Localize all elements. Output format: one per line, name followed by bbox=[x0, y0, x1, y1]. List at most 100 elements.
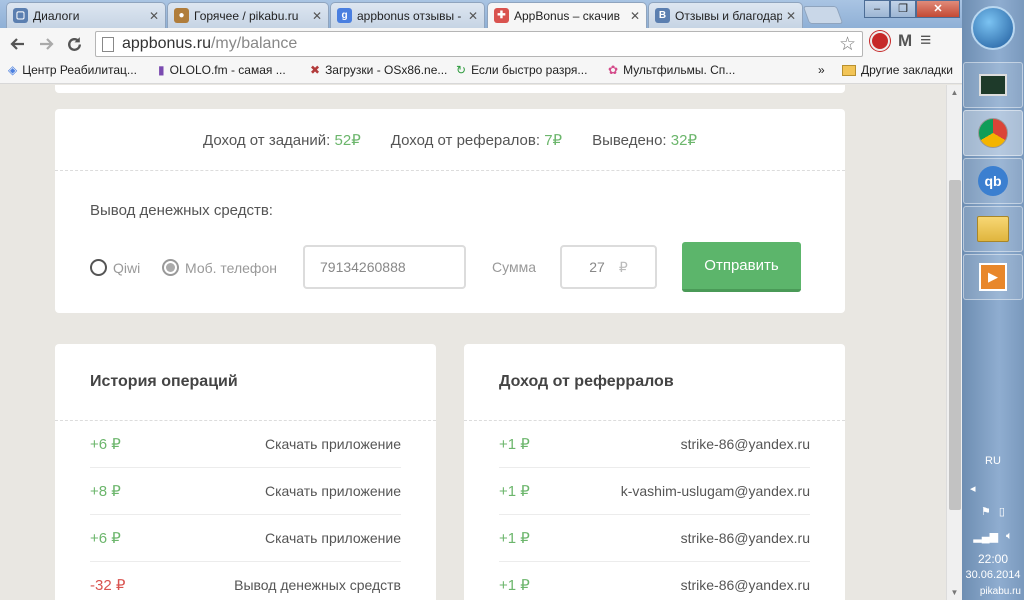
withdraw-title: Вывод денежных средств: bbox=[90, 202, 273, 219]
reload-button[interactable] bbox=[60, 30, 88, 58]
tab-pikabu[interactable]: ● Горячее / pikabu.ru ✕ bbox=[167, 2, 329, 28]
forward-button[interactable] bbox=[32, 30, 60, 58]
play-icon: ▶ bbox=[979, 263, 1007, 291]
tab-google[interactable]: g appbonus отзывы - ✕ bbox=[330, 2, 485, 28]
scrollbar-thumb[interactable] bbox=[949, 180, 961, 510]
referral-income-card: Доход от реферралов +1 ₽ strike-86@yandex… bbox=[464, 344, 845, 600]
close-tab-icon[interactable]: ✕ bbox=[786, 9, 796, 23]
referral-email: strike-86@yandex.ru bbox=[680, 530, 810, 546]
radio-circle[interactable] bbox=[90, 259, 107, 276]
close-tab-icon[interactable]: ✕ bbox=[630, 9, 640, 23]
bookmark-item[interactable]: ✿ Мультфильмы. Сп... bbox=[608, 63, 735, 77]
osx86-icon: ✖ bbox=[310, 63, 321, 77]
pikabu-watermark: pikabu.ru bbox=[979, 586, 1021, 597]
reload-icon bbox=[67, 36, 81, 51]
bookmark-item[interactable]: ◈ Центр Реабилитац... bbox=[8, 63, 137, 77]
top-card-remnant bbox=[55, 85, 845, 93]
back-arrow-icon bbox=[10, 38, 24, 50]
tab-title: appbonus отзывы - bbox=[357, 8, 462, 23]
page-content: Доход от заданий: 52₽ Доход от рефералов… bbox=[0, 85, 946, 600]
network-signal-icon[interactable]: ▂▄▆ bbox=[973, 530, 998, 543]
close-tab-icon[interactable]: ✕ bbox=[468, 9, 478, 23]
tab-strip: ▢ Диалоги ✕ ● Горячее / pikabu.ru ✕ g ap… bbox=[0, 0, 962, 28]
bookmark-label: Мультфильмы. Сп... bbox=[623, 63, 736, 77]
forward-arrow-icon bbox=[40, 38, 54, 50]
start-button[interactable] bbox=[971, 6, 1015, 50]
referral-amount: +1 ₽ bbox=[499, 577, 530, 594]
bookmark-label: Центр Реабилитац... bbox=[22, 63, 137, 77]
new-tab-button[interactable] bbox=[802, 6, 844, 24]
referrals-income-label: Доход от рефералов: bbox=[390, 131, 541, 149]
menu-icon[interactable]: ≡ bbox=[920, 30, 931, 52]
referral-row: +1 ₽ strike-86@yandex.ru bbox=[499, 562, 810, 600]
bookmarks-bar: ◈ Центр Реабилитац... ▮ OLOLO.fm - самая… bbox=[0, 60, 962, 84]
gmail-icon[interactable]: M bbox=[898, 31, 912, 51]
battery-icon[interactable]: ▯ bbox=[999, 505, 1005, 518]
tab-title: Горячее / pikabu.ru bbox=[194, 8, 299, 23]
sum-input[interactable]: 27 ₽ bbox=[560, 245, 657, 289]
bookmark-label: Загрузки - OSx86.ne... bbox=[325, 63, 448, 77]
taskbar-task-manager[interactable] bbox=[963, 62, 1023, 108]
referrals-title: Доход от реферралов bbox=[464, 344, 845, 421]
back-button[interactable] bbox=[4, 30, 32, 58]
bookmark-label: Если быстро разря... bbox=[471, 63, 588, 77]
taskbar-media-player[interactable]: ▶ bbox=[963, 254, 1023, 300]
page-icon bbox=[102, 36, 114, 52]
maximize-button[interactable]: ❐ bbox=[890, 0, 916, 18]
radio-circle-selected[interactable] bbox=[162, 259, 179, 276]
language-indicator[interactable]: RU bbox=[962, 455, 1024, 467]
volume-icon[interactable]: 🔈︎ bbox=[1006, 530, 1013, 543]
history-row: +6 ₽ Скачать приложение bbox=[90, 421, 401, 468]
close-window-button[interactable]: ✕ bbox=[916, 0, 960, 18]
sum-label: Сумма bbox=[492, 259, 536, 275]
minimize-button[interactable]: ‒ bbox=[864, 0, 890, 18]
taskbar-qbittorrent[interactable]: qb bbox=[963, 158, 1023, 204]
phone-number-input[interactable] bbox=[303, 245, 466, 289]
tab-title: AppBonus – скачив bbox=[514, 8, 620, 23]
referral-email: k-vashim-uslugam@yandex.ru bbox=[620, 483, 810, 499]
browser-toolbar: appbonus.ru/my/balance ☆ M ≡ bbox=[0, 28, 962, 60]
clock-date[interactable]: 30.06.2014 bbox=[962, 569, 1024, 581]
bookmark-item[interactable]: ✖ Загрузки - OSx86.ne... bbox=[310, 63, 447, 77]
close-tab-icon[interactable]: ✕ bbox=[312, 9, 322, 23]
radio-mobile-phone[interactable]: Моб. телефон bbox=[162, 259, 277, 276]
taskbar-explorer[interactable] bbox=[963, 206, 1023, 252]
chrome-icon bbox=[978, 118, 1008, 148]
adblock-icon[interactable] bbox=[870, 31, 890, 51]
bookmarks-overflow-button[interactable]: » bbox=[818, 63, 825, 77]
scroll-up-icon[interactable]: ▲ bbox=[947, 85, 962, 100]
submit-withdraw-button[interactable]: Отправить bbox=[682, 242, 801, 292]
tab-reviews[interactable]: B Отзывы и благодар ✕ bbox=[648, 2, 803, 28]
radio-qiwi[interactable]: Qiwi bbox=[90, 259, 140, 276]
action-center-flag-icon[interactable]: ⚑ bbox=[981, 505, 991, 518]
bookmark-star-icon[interactable]: ☆ bbox=[839, 33, 856, 56]
referral-row: +1 ₽ k-vashim-uslugam@yandex.ru bbox=[499, 468, 810, 515]
clock-time[interactable]: 22:00 bbox=[962, 552, 1024, 566]
bookmark-item[interactable]: ↻ Если быстро разря... bbox=[456, 63, 587, 77]
scroll-down-icon[interactable]: ▼ bbox=[947, 585, 962, 600]
operations-history-card: История операций +6 ₽ Скачать приложение … bbox=[55, 344, 436, 600]
history-amount: +6 ₽ bbox=[90, 436, 121, 453]
tray-expand-icon[interactable]: ◂ bbox=[962, 482, 1024, 495]
tray-icons: ⚑ ▯ bbox=[962, 505, 1024, 518]
other-bookmarks-folder[interactable]: Другие закладки bbox=[842, 63, 953, 77]
history-row: +8 ₽ Скачать приложение bbox=[90, 468, 401, 515]
referrals-list: +1 ₽ strike-86@yandex.ru +1 ₽ k-vashim-usl… bbox=[464, 421, 845, 600]
history-row: +6 ₽ Скачать приложение bbox=[90, 515, 401, 562]
tasks-income-label: Доход от заданий: bbox=[203, 131, 331, 149]
page-scrollbar[interactable]: ▲ ▼ bbox=[946, 85, 962, 600]
refresh-icon: ↻ bbox=[456, 63, 467, 77]
taskbar-chrome[interactable] bbox=[963, 110, 1023, 156]
referral-email: strike-86@yandex.ru bbox=[680, 577, 810, 593]
tray-icons-2: ▂▄▆ 🔈︎ bbox=[962, 530, 1024, 543]
close-tab-icon[interactable]: ✕ bbox=[149, 9, 159, 23]
chevron-right-icon: » bbox=[818, 63, 825, 77]
referrals-income: Доход от рефералов: 7₽ bbox=[391, 131, 562, 149]
tab-dialogs[interactable]: ▢ Диалоги ✕ bbox=[6, 2, 166, 28]
vk-icon: ▢ bbox=[13, 8, 28, 23]
tab-appbonus[interactable]: ✚ AppBonus – скачив ✕ bbox=[487, 2, 647, 28]
income-summary: Доход от заданий: 52₽ Доход от рефералов… bbox=[55, 109, 845, 171]
address-bar[interactable]: appbonus.ru/my/balance ☆ bbox=[95, 31, 863, 57]
tasks-income-value: 52₽ bbox=[334, 131, 361, 149]
bookmark-item[interactable]: ▮ OLOLO.fm - самая ... bbox=[158, 63, 286, 77]
